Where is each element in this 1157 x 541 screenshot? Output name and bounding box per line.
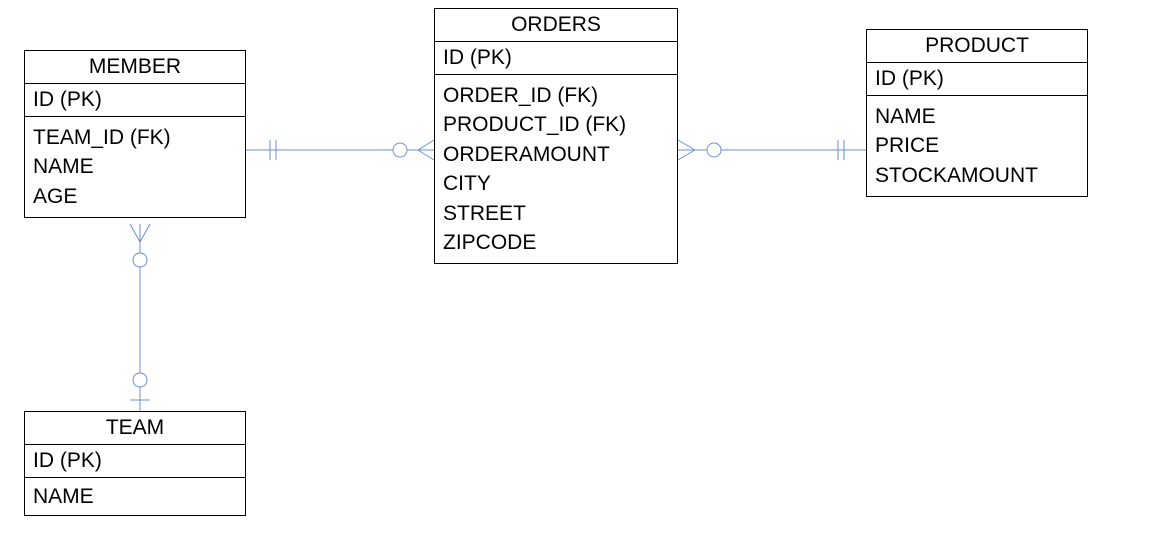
entity-title: MEMBER [25,51,245,84]
entity-fields: ORDER_ID (FK) PRODUCT_ID (FK) ORDERAMOUN… [435,75,677,263]
entity-field: STREET [443,199,669,228]
entity-pk: ID (PK) [435,42,677,75]
entity-field: AGE [33,182,237,211]
entity-field: TEAM_ID (FK) [33,123,237,152]
entity-fields: TEAM_ID (FK) NAME AGE [25,117,245,217]
entity-field: NAME [33,482,237,511]
entity-field: PRICE [875,131,1079,160]
entity-field: ZIPCODE [443,228,669,257]
entity-title: ORDERS [435,9,677,42]
entity-fields: NAME PRICE STOCKAMOUNT [867,96,1087,196]
entity-field: CITY [443,169,669,198]
entity-field: ORDERAMOUNT [443,140,669,169]
entity-field: ORDER_ID (FK) [443,81,669,110]
entity-title: PRODUCT [867,30,1087,63]
entity-team: TEAM ID (PK) NAME [24,411,246,516]
entity-fields: NAME [25,478,245,515]
entity-field: STOCKAMOUNT [875,161,1079,190]
entity-field: NAME [875,102,1079,131]
entity-pk: ID (PK) [867,63,1087,96]
entity-product: PRODUCT ID (PK) NAME PRICE STOCKAMOUNT [866,29,1088,197]
entity-pk: ID (PK) [25,84,245,117]
entity-member: MEMBER ID (PK) TEAM_ID (FK) NAME AGE [24,50,246,218]
entity-orders: ORDERS ID (PK) ORDER_ID (FK) PRODUCT_ID … [434,8,678,264]
entity-pk: ID (PK) [25,445,245,478]
entity-field: PRODUCT_ID (FK) [443,110,669,139]
entity-field: NAME [33,152,237,181]
entity-title: TEAM [25,412,245,445]
